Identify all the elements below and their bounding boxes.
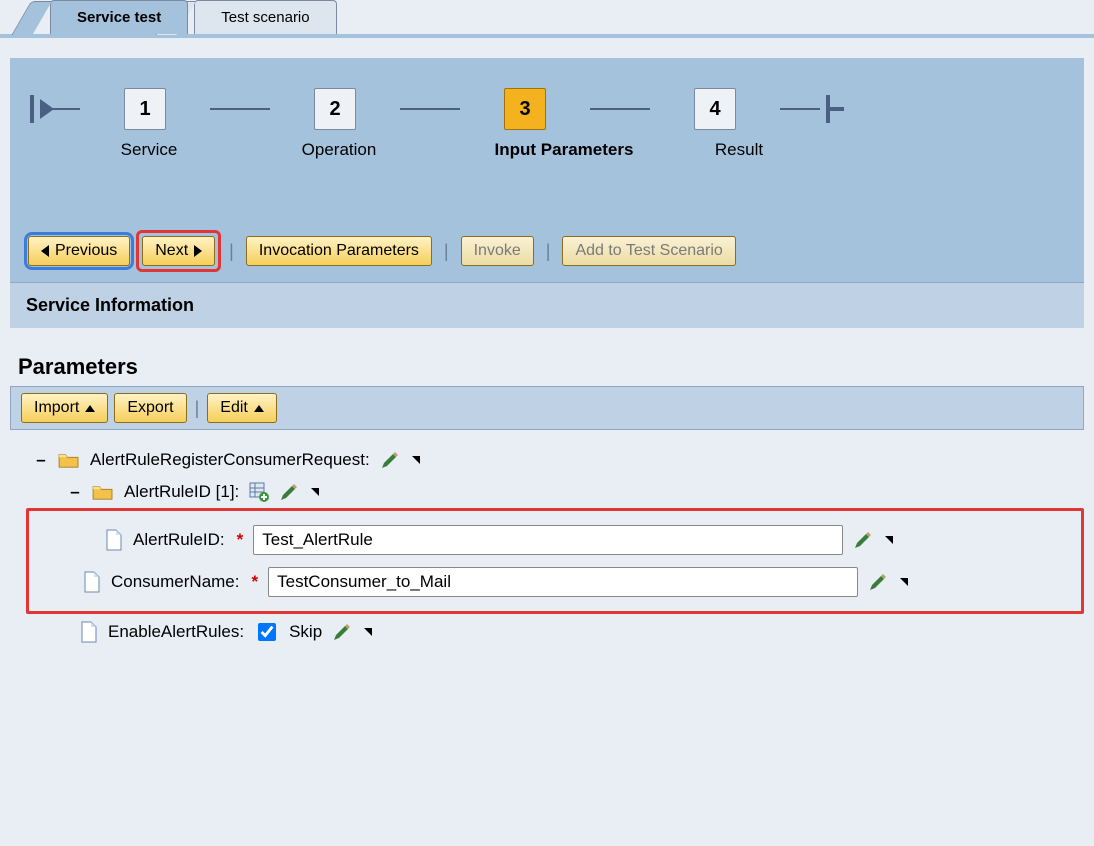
- tree-node-root: – AlertRuleRegisterConsumerRequest:: [30, 444, 1084, 476]
- roadmap-step-number: 3: [504, 88, 546, 130]
- invocation-parameters-button[interactable]: Invocation Parameters: [246, 236, 432, 266]
- roadmap-step-label: Input Parameters: [464, 140, 664, 160]
- roadmap-step-label: Result: [674, 140, 804, 160]
- field-label: EnableAlertRules:: [108, 622, 244, 642]
- separator: |: [193, 398, 202, 419]
- edit-button[interactable]: Edit: [207, 393, 277, 423]
- roadmap-step-1[interactable]: 1: [80, 88, 210, 130]
- button-label: Previous: [55, 242, 117, 260]
- menu-corner-icon[interactable]: [311, 488, 319, 496]
- export-button[interactable]: Export: [114, 393, 186, 423]
- wizard-roadmap: 1 2 3 4 Service Operation Input Paramete…: [10, 58, 1084, 184]
- alertruleid-input[interactable]: [253, 525, 843, 555]
- previous-button[interactable]: Previous: [28, 236, 130, 266]
- arrow-left-icon: [41, 245, 49, 257]
- separator: |: [544, 241, 553, 262]
- next-button[interactable]: Next: [142, 236, 215, 266]
- dropdown-icon: [85, 405, 95, 412]
- field-label: ConsumerName:: [111, 572, 240, 592]
- dropdown-icon: [254, 405, 264, 412]
- pencil-icon[interactable]: [279, 482, 299, 502]
- roadmap-step-number: 2: [314, 88, 356, 130]
- roadmap-step-number: 1: [124, 88, 166, 130]
- tree-leaf-consumername: ConsumerName: *: [79, 561, 1071, 603]
- roadmap-step-number: 4: [694, 88, 736, 130]
- pencil-icon[interactable]: [853, 530, 873, 550]
- pencil-icon[interactable]: [380, 450, 400, 470]
- folder-open-icon: [58, 451, 80, 469]
- menu-corner-icon[interactable]: [885, 536, 893, 544]
- separator: |: [227, 241, 236, 262]
- separator: |: [442, 241, 451, 262]
- button-label: Invoke: [474, 242, 521, 260]
- tree-node-label: AlertRuleRegisterConsumerRequest:: [90, 450, 370, 470]
- tab-strip: Service test Test scenario: [0, 0, 1094, 38]
- skip-label: Skip: [289, 622, 322, 642]
- parameter-tree: – AlertRuleRegisterConsumerRequest: – Al…: [30, 444, 1084, 650]
- tree-node-label: AlertRuleID [1]:: [124, 482, 239, 502]
- button-label: Export: [127, 399, 173, 417]
- roadmap-step-3[interactable]: 3: [460, 88, 590, 130]
- collapse-toggle[interactable]: –: [68, 482, 82, 502]
- tree-leaf-alertruleid: AlertRuleID: *: [101, 519, 1071, 561]
- roadmap-step-label: Operation: [274, 140, 404, 160]
- invoke-button[interactable]: Invoke: [461, 236, 534, 266]
- arrow-right-icon: [194, 245, 202, 257]
- tab-label: Service test: [77, 9, 161, 26]
- menu-corner-icon[interactable]: [900, 578, 908, 586]
- required-icon: *: [237, 530, 244, 550]
- button-label: Import: [34, 399, 79, 417]
- import-button[interactable]: Import: [21, 393, 108, 423]
- roadmap-step-label: Service: [84, 140, 214, 160]
- consumername-input[interactable]: [268, 567, 858, 597]
- section-title: Service Information: [26, 295, 194, 315]
- tree-leaf-enablealertrules: EnableAlertRules: Skip: [76, 614, 1084, 650]
- menu-corner-icon[interactable]: [364, 628, 372, 636]
- tab-label: Test scenario: [221, 9, 309, 26]
- highlighted-required-fields: AlertRuleID: * ConsumerName: *: [26, 508, 1084, 614]
- pencil-icon[interactable]: [868, 572, 888, 592]
- tab-service-test[interactable]: Service test: [50, 0, 188, 34]
- field-label: AlertRuleID:: [133, 530, 225, 550]
- roadmap-step-4[interactable]: 4: [650, 88, 780, 130]
- menu-corner-icon[interactable]: [412, 456, 420, 464]
- folder-open-icon: [92, 483, 114, 501]
- button-label: Add to Test Scenario: [575, 242, 722, 260]
- roadmap-start-icon: [30, 95, 34, 123]
- collapse-toggle[interactable]: –: [34, 450, 48, 470]
- roadmap-end-cap-icon: [830, 107, 844, 111]
- required-icon: *: [252, 572, 259, 592]
- page-icon: [80, 621, 98, 643]
- tree-node-alertruleid-group: – AlertRuleID [1]:: [64, 476, 1084, 508]
- tab-test-scenario[interactable]: Test scenario: [194, 0, 336, 34]
- page-icon: [83, 571, 101, 593]
- add-to-test-scenario-button[interactable]: Add to Test Scenario: [562, 236, 735, 266]
- button-label: Next: [155, 242, 188, 260]
- page-icon: [105, 529, 123, 551]
- roadmap-step-2[interactable]: 2: [270, 88, 400, 130]
- skip-checkbox[interactable]: [258, 623, 276, 641]
- wizard-toolbar: Previous Next | Invocation Parameters | …: [10, 184, 1084, 282]
- button-label: Edit: [220, 399, 248, 417]
- parameters-title: Parameters: [18, 354, 1094, 380]
- button-label: Invocation Parameters: [259, 242, 419, 260]
- table-add-icon[interactable]: [249, 482, 269, 502]
- service-information-header[interactable]: Service Information: [10, 282, 1084, 328]
- parameters-toolbar: Import Export | Edit: [10, 386, 1084, 430]
- pencil-icon[interactable]: [332, 622, 352, 642]
